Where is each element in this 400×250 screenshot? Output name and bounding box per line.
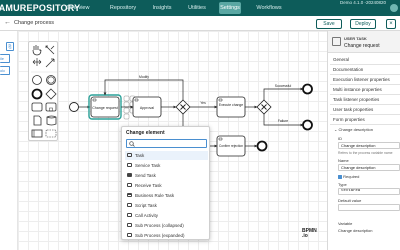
menu-item-label: Sub Process (expanded) (135, 233, 185, 238)
connect-icon (123, 113, 130, 120)
id-hint: Refers to the process variable name (338, 151, 393, 155)
menu-item-label: Task (135, 153, 145, 158)
menu-item-business-rule-task[interactable]: Business Rule Task (125, 191, 208, 200)
section-user-task[interactable]: User task properties (330, 105, 400, 115)
sequence-flow-successful[interactable] (263, 87, 304, 100)
section-documentation[interactable]: Documentation (330, 65, 400, 75)
user-label[interactable]: Demo 4.1.0 -20240820 (340, 0, 386, 16)
name-input[interactable]: Change description (338, 164, 400, 171)
start-event[interactable] (69, 102, 79, 112)
close-button[interactable]: × (386, 19, 396, 29)
append-event-icon (123, 101, 130, 108)
element-type: USER TASK (344, 36, 367, 41)
end-event-failure[interactable] (302, 119, 313, 131)
change-element-menu: Change element Task Service Task Send Ta… (121, 126, 210, 240)
menu-item-label: Sub Process (collapsed) (135, 223, 184, 228)
properties-header: USER TASK Change request (328, 31, 400, 53)
section-execution-listener[interactable]: Execution listener properties (330, 75, 400, 85)
section-general[interactable]: General (330, 55, 400, 65)
deploy-button[interactable]: Deploy (350, 19, 376, 29)
menu-title: Change element (126, 130, 165, 136)
type-label: Type (338, 182, 347, 187)
task-execute-change[interactable] (216, 96, 246, 118)
name-label: Name (338, 158, 349, 163)
variable-label: Variable (338, 221, 353, 226)
flow-label-failure: Failure (278, 119, 288, 123)
menu-item-task[interactable]: Task (125, 151, 208, 160)
end-event-rejected[interactable] (256, 140, 268, 152)
append-task-icon (123, 95, 130, 102)
required-label: Required (343, 174, 360, 179)
task-label: Approval (140, 106, 154, 110)
task-label: Change request (92, 106, 118, 110)
menu-item-subprocess-collapsed[interactable]: Sub Process (collapsed) (125, 221, 208, 230)
menu-item-label: Call Activity (135, 213, 159, 218)
avatar[interactable] (390, 4, 398, 12)
flow-label-modify: Modify (139, 75, 149, 79)
search-icon (129, 141, 135, 147)
bpmn-io-watermark[interactable]: BPMN .io (302, 229, 317, 239)
end-event-success[interactable] (302, 83, 313, 95)
id-label: ID (338, 136, 342, 141)
task-label: Execute change (219, 103, 243, 107)
menu-item-call-activity[interactable]: Call Activity (125, 211, 208, 220)
default-value-input[interactable] (338, 204, 400, 211)
menu-search-input[interactable] (126, 139, 207, 148)
menu-item-label: Business Rule Task (135, 193, 175, 198)
flow-label-yes: Yes (200, 101, 206, 105)
menu-item-service-task[interactable]: Service Task (125, 161, 208, 170)
menu-item-send-task[interactable]: Send Task (125, 171, 208, 180)
menu-item-label: Script Task (135, 203, 157, 208)
flow-label-successful: Successful (275, 84, 292, 88)
task-label: Confirm rejection (219, 144, 243, 148)
form-field-header[interactable]: ⌄ Change description (334, 127, 373, 132)
menu-item-label: Send Task (135, 173, 156, 178)
section-multi-instance[interactable]: Multi instance properties (330, 85, 400, 95)
menu-item-receive-task[interactable]: Receive Task (125, 181, 208, 190)
section-form-properties[interactable]: Form properties (330, 115, 400, 125)
id-input[interactable]: Change description (338, 142, 400, 149)
form-field-label: Change description (338, 127, 373, 132)
menu-item-subprocess-expanded[interactable]: Sub Process (expanded) (125, 231, 208, 240)
menu-item-label: Receive Task (135, 183, 162, 188)
required-checkbox[interactable]: Required (338, 174, 359, 179)
variable-value: Change description (338, 228, 373, 233)
menu-item-script-task[interactable]: Script Task (125, 201, 208, 210)
checkbox-checked-icon (338, 174, 342, 179)
default-value-label: Default value (338, 198, 362, 203)
wrench-icon (123, 107, 130, 114)
element-name: Change request (344, 43, 380, 49)
menu-item-label: Service Task (135, 163, 161, 168)
user-task-icon (332, 37, 341, 46)
properties-panel: USER TASK Change request General Documen… (327, 31, 400, 250)
section-task-listener[interactable]: Task listener properties (330, 95, 400, 105)
type-select[interactable]: textarea (338, 188, 400, 195)
